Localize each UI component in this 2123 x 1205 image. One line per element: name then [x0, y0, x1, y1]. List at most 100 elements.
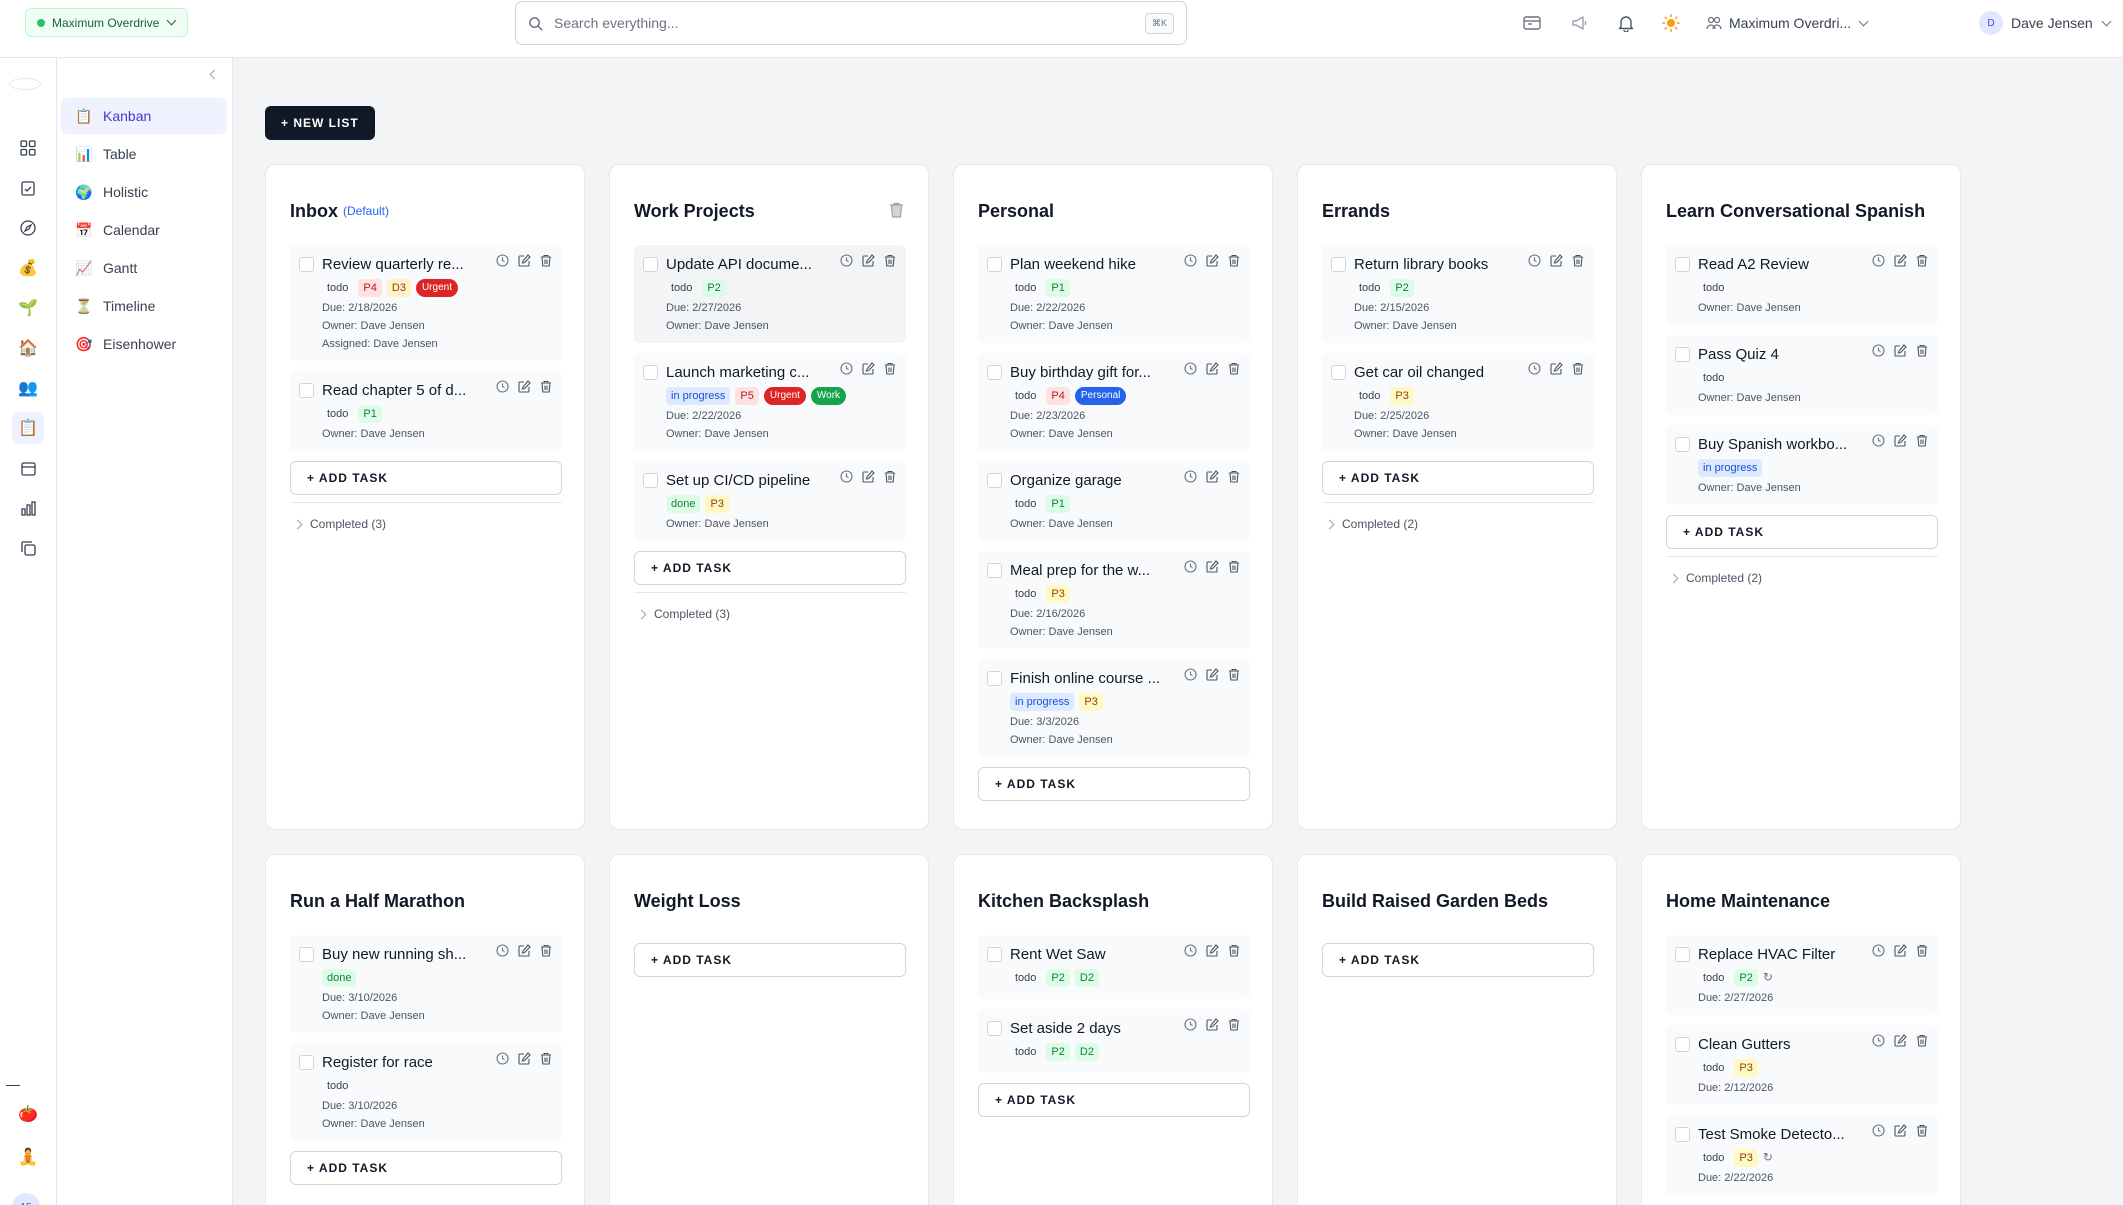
task-card[interactable]: Clean Gutters todo P3 Due: 2/12/2026 [1666, 1025, 1938, 1105]
edit-icon[interactable] [1206, 1018, 1219, 1034]
search-input[interactable] [554, 15, 1134, 31]
task-card[interactable]: Read chapter 5 of d... todo P1 Owner: Dave … [290, 371, 562, 451]
task-card[interactable]: Buy birthday gift for... todo P4 Personal Du… [978, 353, 1250, 451]
task-card[interactable]: Buy Spanish workbo... in progress Owner: D… [1666, 425, 1938, 505]
task-card[interactable]: Register for race todo Due: 3/10/2026 Owner… [290, 1043, 562, 1141]
edit-icon[interactable] [1894, 344, 1907, 360]
people-icon[interactable]: 👥 [12, 372, 44, 404]
edit-icon[interactable] [1894, 1124, 1907, 1140]
task-checkbox[interactable] [987, 257, 1002, 272]
edit-icon[interactable] [518, 944, 531, 960]
trash-icon[interactable] [1228, 560, 1240, 576]
edit-icon[interactable] [1894, 434, 1907, 450]
trash-icon[interactable] [884, 470, 896, 486]
task-checkbox[interactable] [1675, 1037, 1690, 1052]
task-checkbox[interactable] [1675, 1127, 1690, 1142]
task-card[interactable]: Replace HVAC Filter todo P2 ↻ Due: 2/27/2026 [1666, 935, 1938, 1015]
task-checkbox[interactable] [299, 383, 314, 398]
task-card[interactable]: Organize garage todo P1 Owner: Dave Jensen [978, 461, 1250, 541]
task-card[interactable]: Plan weekend hike todo P1 Due: 2/22/2026 Own… [978, 245, 1250, 343]
sun-icon[interactable] [1660, 12, 1682, 34]
trash-icon[interactable] [540, 1052, 552, 1068]
task-card[interactable]: Pass Quiz 4 todo Owner: Dave Jensen [1666, 335, 1938, 415]
task-card[interactable]: Rent Wet Saw todo P2 D2 [978, 935, 1250, 999]
clock-icon[interactable] [1872, 344, 1885, 360]
edit-icon[interactable] [862, 470, 875, 486]
compass-icon[interactable] [12, 212, 44, 244]
task-checkbox[interactable] [1331, 365, 1346, 380]
workspace-badge[interactable]: Maximum Overdrive [25, 8, 189, 37]
completed-toggle[interactable]: Completed (2) [1322, 517, 1592, 531]
count-badge[interactable]: 15 [12, 1193, 40, 1205]
trash-icon[interactable] [540, 254, 552, 270]
clipboard-check-icon[interactable] [12, 172, 44, 204]
clock-icon[interactable] [1184, 668, 1197, 684]
meditation-icon[interactable]: 🧘 [12, 1141, 44, 1173]
clock-icon[interactable] [840, 254, 853, 270]
completed-toggle[interactable]: Completed (3) [290, 517, 560, 531]
add-task-button[interactable]: + ADD TASK [1322, 943, 1594, 977]
task-checkbox[interactable] [643, 473, 658, 488]
task-checkbox[interactable] [299, 947, 314, 962]
edit-icon[interactable] [1206, 560, 1219, 576]
add-task-button[interactable]: + ADD TASK [634, 551, 906, 585]
trash-icon[interactable] [1572, 254, 1584, 270]
add-task-button[interactable]: + ADD TASK [290, 1151, 562, 1185]
clipboard-icon[interactable]: 📋 [12, 412, 44, 444]
sprout-icon[interactable]: 🌱 [12, 292, 44, 324]
edit-icon[interactable] [1550, 362, 1563, 378]
task-card[interactable]: Return library books todo P2 Due: 2/15/2026… [1322, 245, 1594, 343]
megaphone-icon[interactable] [1569, 12, 1591, 34]
edit-icon[interactable] [1206, 254, 1219, 270]
task-checkbox[interactable] [987, 365, 1002, 380]
task-card[interactable]: Meal prep for the w... todo P3 Due: 2/16/20… [978, 551, 1250, 649]
edit-icon[interactable] [518, 380, 531, 396]
trash-icon[interactable] [1916, 254, 1928, 270]
clock-icon[interactable] [1184, 254, 1197, 270]
edit-icon[interactable] [1894, 254, 1907, 270]
task-card[interactable]: Launch marketing c... in progress P5 Urgent… [634, 353, 906, 451]
trash-icon[interactable] [1572, 362, 1584, 378]
bell-icon[interactable] [1615, 12, 1637, 34]
trash-icon[interactable] [1916, 1034, 1928, 1050]
task-checkbox[interactable] [1675, 257, 1690, 272]
task-card[interactable]: Update API docume... todo P2 Due: 2/27/2026… [634, 245, 906, 343]
tomato-icon[interactable]: 🍅 [12, 1098, 44, 1130]
view-item-kanban[interactable]: 📋 Kanban [61, 98, 227, 134]
task-card[interactable]: Finish online course ... in progress P3 Due… [978, 659, 1250, 757]
trash-icon[interactable] [1228, 254, 1240, 270]
clock-icon[interactable] [1184, 944, 1197, 960]
trash-icon[interactable] [1916, 344, 1928, 360]
task-checkbox[interactable] [987, 671, 1002, 686]
clock-icon[interactable] [1184, 560, 1197, 576]
task-checkbox[interactable] [1675, 347, 1690, 362]
new-list-button[interactable]: + NEW LIST [265, 106, 375, 140]
calendar-icon[interactable] [12, 452, 44, 484]
clock-icon[interactable] [1184, 362, 1197, 378]
edit-icon[interactable] [862, 362, 875, 378]
search-bar[interactable]: ⌘K [515, 1, 1187, 45]
view-item-timeline[interactable]: ⏳ Timeline [61, 288, 227, 324]
clock-icon[interactable] [1872, 944, 1885, 960]
task-card[interactable]: Read A2 Review todo Owner: Dave Jensen [1666, 245, 1938, 325]
edit-icon[interactable] [1550, 254, 1563, 270]
task-card[interactable]: Get car oil changed todo P3 Due: 2/25/2026 O… [1322, 353, 1594, 451]
delete-list-icon[interactable] [889, 202, 904, 221]
task-checkbox[interactable] [299, 1055, 314, 1070]
completed-toggle[interactable]: Completed (2) [1666, 571, 1936, 585]
task-checkbox[interactable] [987, 1021, 1002, 1036]
edit-icon[interactable] [862, 254, 875, 270]
task-checkbox[interactable] [1331, 257, 1346, 272]
clock-icon[interactable] [1184, 1018, 1197, 1034]
clock-icon[interactable] [496, 1052, 509, 1068]
clock-icon[interactable] [1184, 470, 1197, 486]
clock-icon[interactable] [496, 944, 509, 960]
clock-icon[interactable] [496, 380, 509, 396]
house-icon[interactable]: 🏠 [12, 332, 44, 364]
trash-icon[interactable] [1916, 434, 1928, 450]
clock-icon[interactable] [1528, 362, 1541, 378]
edit-icon[interactable] [1206, 668, 1219, 684]
task-checkbox[interactable] [987, 473, 1002, 488]
task-card[interactable]: Review quarterly re... todo P4 D3 Urgent Due:… [290, 245, 562, 361]
edit-icon[interactable] [1206, 470, 1219, 486]
